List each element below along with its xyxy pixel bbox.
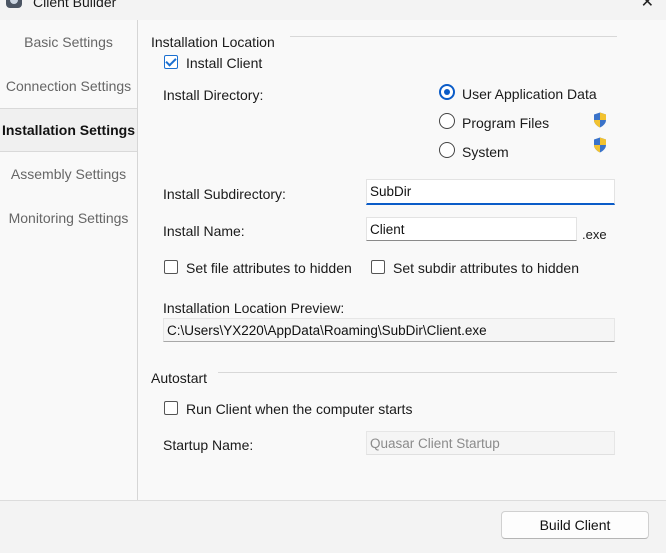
close-icon[interactable]: ✕ — [641, 0, 654, 12]
startup-name-label: Startup Name: — [163, 437, 254, 453]
sidebar-item-monitoring-settings[interactable]: Monitoring Settings — [0, 196, 137, 240]
install-directory-label: Install Directory: — [163, 87, 264, 103]
build-client-button[interactable]: Build Client — [501, 511, 649, 539]
radio-program-files[interactable] — [439, 113, 455, 129]
radio-program-files-label[interactable]: Program Files — [462, 115, 549, 131]
app-icon — [6, 0, 22, 8]
hide-subdir-attributes-label[interactable]: Set subdir attributes to hidden — [393, 260, 579, 276]
hide-file-attributes-checkbox[interactable] — [164, 260, 178, 274]
radio-user-application-data[interactable] — [439, 84, 455, 100]
radio-user-application-data-label[interactable]: User Application Data — [462, 86, 597, 102]
install-subdirectory-label: Install Subdirectory: — [163, 186, 286, 202]
install-client-checkbox[interactable] — [164, 55, 178, 69]
install-name-input[interactable] — [366, 217, 577, 241]
sidebar-item-assembly-settings[interactable]: Assembly Settings — [0, 152, 137, 196]
radio-system[interactable] — [439, 142, 455, 158]
hide-file-attributes-label[interactable]: Set file attributes to hidden — [186, 260, 352, 276]
window-title: Client Builder — [33, 0, 117, 10]
install-location-preview-label: Installation Location Preview: — [163, 300, 345, 316]
run-on-startup-checkbox[interactable] — [164, 401, 178, 415]
title-bar: Client Builder ✕ — [0, 0, 666, 20]
sidebar-item-basic-settings[interactable]: Basic Settings — [0, 20, 137, 64]
group-divider — [218, 372, 617, 373]
admin-shield-icon — [594, 112, 606, 128]
admin-shield-icon — [594, 137, 606, 153]
dialog-footer: Build Client — [0, 500, 666, 553]
radio-system-label[interactable]: System — [462, 144, 509, 160]
dialog-content: Basic Settings Connection Settings Insta… — [0, 20, 666, 500]
install-subdirectory-input[interactable] — [366, 179, 615, 205]
sidebar-item-installation-settings[interactable]: Installation Settings — [0, 108, 137, 152]
group-divider — [290, 36, 617, 37]
installation-settings-panel: Installation Location Install Client Ins… — [138, 20, 666, 500]
run-on-startup-label[interactable]: Run Client when the computer starts — [186, 401, 412, 417]
install-client-label[interactable]: Install Client — [186, 55, 262, 71]
sidebar: Basic Settings Connection Settings Insta… — [0, 20, 138, 500]
hide-subdir-attributes-checkbox[interactable] — [371, 260, 385, 274]
exe-suffix: .exe — [582, 227, 607, 242]
install-location-preview-field[interactable] — [163, 318, 615, 342]
autostart-group-title: Autostart — [151, 370, 208, 386]
install-name-label: Install Name: — [163, 223, 245, 239]
installation-location-group-title: Installation Location — [151, 34, 275, 50]
sidebar-item-connection-settings[interactable]: Connection Settings — [0, 64, 137, 108]
startup-name-input[interactable] — [366, 431, 615, 455]
